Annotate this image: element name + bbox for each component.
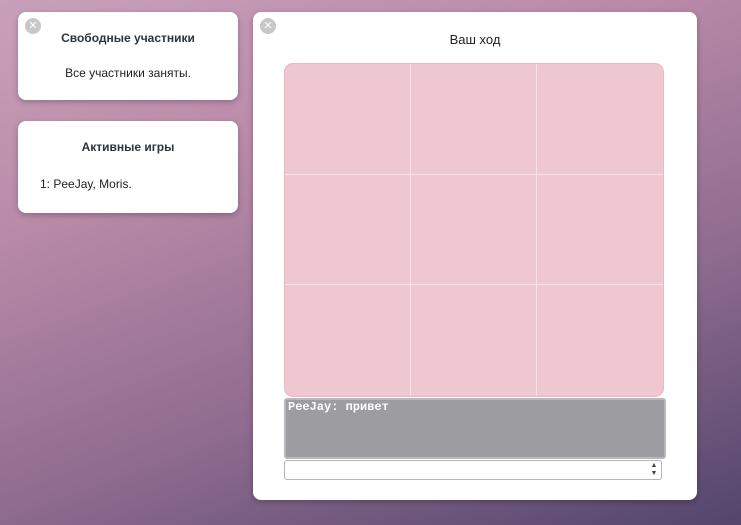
board-cell[interactable] <box>411 285 537 396</box>
free-participants-panel: ✕ Свободные участники Все участники заня… <box>18 12 238 100</box>
active-games-panel: Активные игры 1: PeeJay, Moris. <box>18 121 238 213</box>
free-participants-message: Все участники заняты. <box>65 66 191 80</box>
arrow-down-icon[interactable]: ▼ <box>649 470 659 478</box>
chat-message: PeeJay: привет <box>288 400 389 414</box>
chat-log[interactable]: PeeJay: привет <box>284 398 666 459</box>
arrow-up-icon[interactable]: ▲ <box>649 462 659 470</box>
active-games-title: Активные игры <box>81 140 175 154</box>
game-board <box>284 63 664 397</box>
free-participants-title: Свободные участники <box>61 31 195 45</box>
board-cell[interactable] <box>285 174 411 286</box>
board-cell[interactable] <box>411 64 537 175</box>
board-cell[interactable] <box>285 285 411 396</box>
board-cell[interactable] <box>285 64 411 175</box>
chat-input-spinner[interactable]: ▲ ▼ <box>649 462 659 478</box>
chat-input[interactable]: ▲ ▼ <box>284 460 662 480</box>
board-cell[interactable] <box>537 285 663 396</box>
turn-status: Ваш ход <box>449 32 501 47</box>
active-game-item[interactable]: 1: PeeJay, Moris. <box>40 177 132 191</box>
board-cell[interactable] <box>537 175 663 286</box>
game-panel: ✕ Ваш ход PeeJay: привет ▲ ▼ <box>253 12 697 500</box>
board-cell[interactable] <box>411 174 537 286</box>
board-cell[interactable] <box>537 64 663 175</box>
